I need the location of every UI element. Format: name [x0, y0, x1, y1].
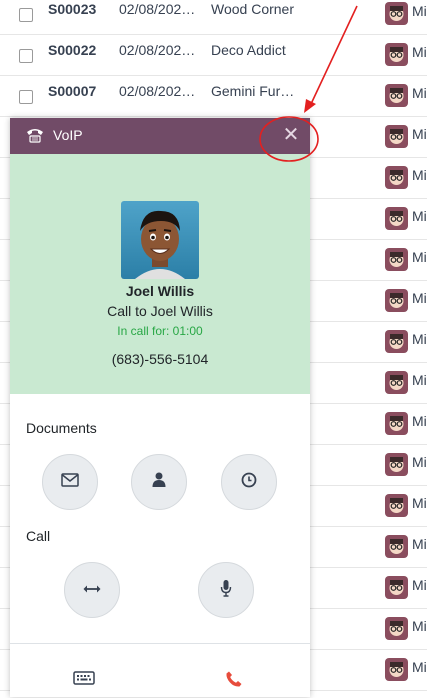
salesperson-name: Mi: [412, 208, 427, 224]
salesperson-name: Mi: [412, 85, 427, 101]
customer-name: Wood Corner: [211, 1, 295, 17]
salesperson-avatar: [385, 576, 408, 599]
call-label: Call: [26, 528, 51, 544]
table-row[interactable]: S00022 02/08/202… Deco Addict Mi: [0, 35, 427, 76]
contact-avatar: [121, 201, 199, 279]
customer-name: Deco Addict: [211, 42, 286, 58]
row-checkbox[interactable]: [19, 49, 33, 63]
salesperson-avatar: [385, 166, 408, 189]
table-row[interactable]: S00007 02/08/202… Gemini Fur… Mi: [0, 76, 427, 117]
salesperson-name: Mi: [412, 659, 427, 675]
salesperson-avatar: [385, 494, 408, 517]
salesperson-name: Mi: [412, 372, 427, 388]
salesperson-avatar: [385, 412, 408, 435]
contact-name: Joel Willis: [125, 283, 195, 299]
microphone-icon: [220, 579, 232, 602]
row-checkbox[interactable]: [19, 8, 33, 22]
salesperson-avatar: [385, 125, 408, 148]
email-button[interactable]: [42, 454, 98, 510]
call-duration: In call for: 01:00: [117, 324, 203, 338]
voip-header: VoIP ✕: [10, 118, 310, 154]
clock-icon: [241, 472, 257, 493]
order-reference: S00023: [48, 1, 97, 17]
voip-footer: [10, 643, 310, 698]
contact-card: Joel Willis Call to Joel Willis In call …: [10, 154, 310, 394]
user-icon: [152, 472, 166, 492]
salesperson-name: Mi: [412, 167, 427, 183]
salesperson-name: Mi: [412, 331, 427, 347]
salesperson-name: Mi: [412, 536, 427, 552]
salesperson-name: Mi: [412, 413, 427, 429]
order-reference: S00007: [48, 83, 97, 99]
order-date: 02/08/202…: [119, 42, 196, 58]
salesperson-name: Mi: [412, 290, 427, 306]
voip-panel: VoIP ✕ Joel Willis Call to Joel Willis I…: [10, 118, 310, 697]
order-reference: S00022: [48, 42, 97, 58]
salesperson-avatar: [385, 371, 408, 394]
salesperson-avatar: [385, 617, 408, 640]
close-icon[interactable]: ✕: [280, 124, 302, 146]
row-checkbox[interactable]: [19, 90, 33, 104]
salesperson-name: Mi: [412, 126, 427, 142]
transfer-button[interactable]: [64, 562, 120, 618]
activity-button[interactable]: [221, 454, 277, 510]
phone-icon: [26, 127, 44, 148]
salesperson-avatar: [385, 207, 408, 230]
salesperson-avatar: [385, 535, 408, 558]
salesperson-name: Mi: [412, 249, 427, 265]
voip-title: VoIP: [53, 127, 83, 143]
hangup-icon[interactable]: [225, 670, 243, 693]
documents-label: Documents: [26, 420, 97, 436]
contact-button[interactable]: [131, 454, 187, 510]
envelope-icon: [61, 472, 79, 492]
contact-phone-number: (683)-556-5104: [111, 351, 209, 367]
salesperson-avatar: [385, 43, 408, 66]
order-date: 02/08/202…: [119, 83, 196, 99]
call-to-label: Call to Joel Willis: [107, 303, 213, 319]
transfer-icon: [82, 581, 102, 599]
salesperson-name: Mi: [412, 454, 427, 470]
salesperson-avatar: [385, 330, 408, 353]
salesperson-avatar: [385, 658, 408, 681]
salesperson-name: Mi: [412, 495, 427, 511]
salesperson-name: Mi: [412, 44, 427, 60]
table-row[interactable]: S00023 02/08/202… Wood Corner Mi: [0, 0, 427, 35]
salesperson-avatar: [385, 2, 408, 25]
salesperson-name: Mi: [412, 618, 427, 634]
salesperson-avatar: [385, 84, 408, 107]
salesperson-avatar: [385, 289, 408, 312]
keyboard-icon[interactable]: [73, 671, 95, 690]
salesperson-name: Mi: [412, 577, 427, 593]
customer-name: Gemini Fur…: [211, 83, 295, 99]
mute-button[interactable]: [198, 562, 254, 618]
salesperson-avatar: [385, 248, 408, 271]
salesperson-name: Mi: [412, 3, 427, 19]
salesperson-avatar: [385, 453, 408, 476]
order-date: 02/08/202…: [119, 1, 196, 17]
